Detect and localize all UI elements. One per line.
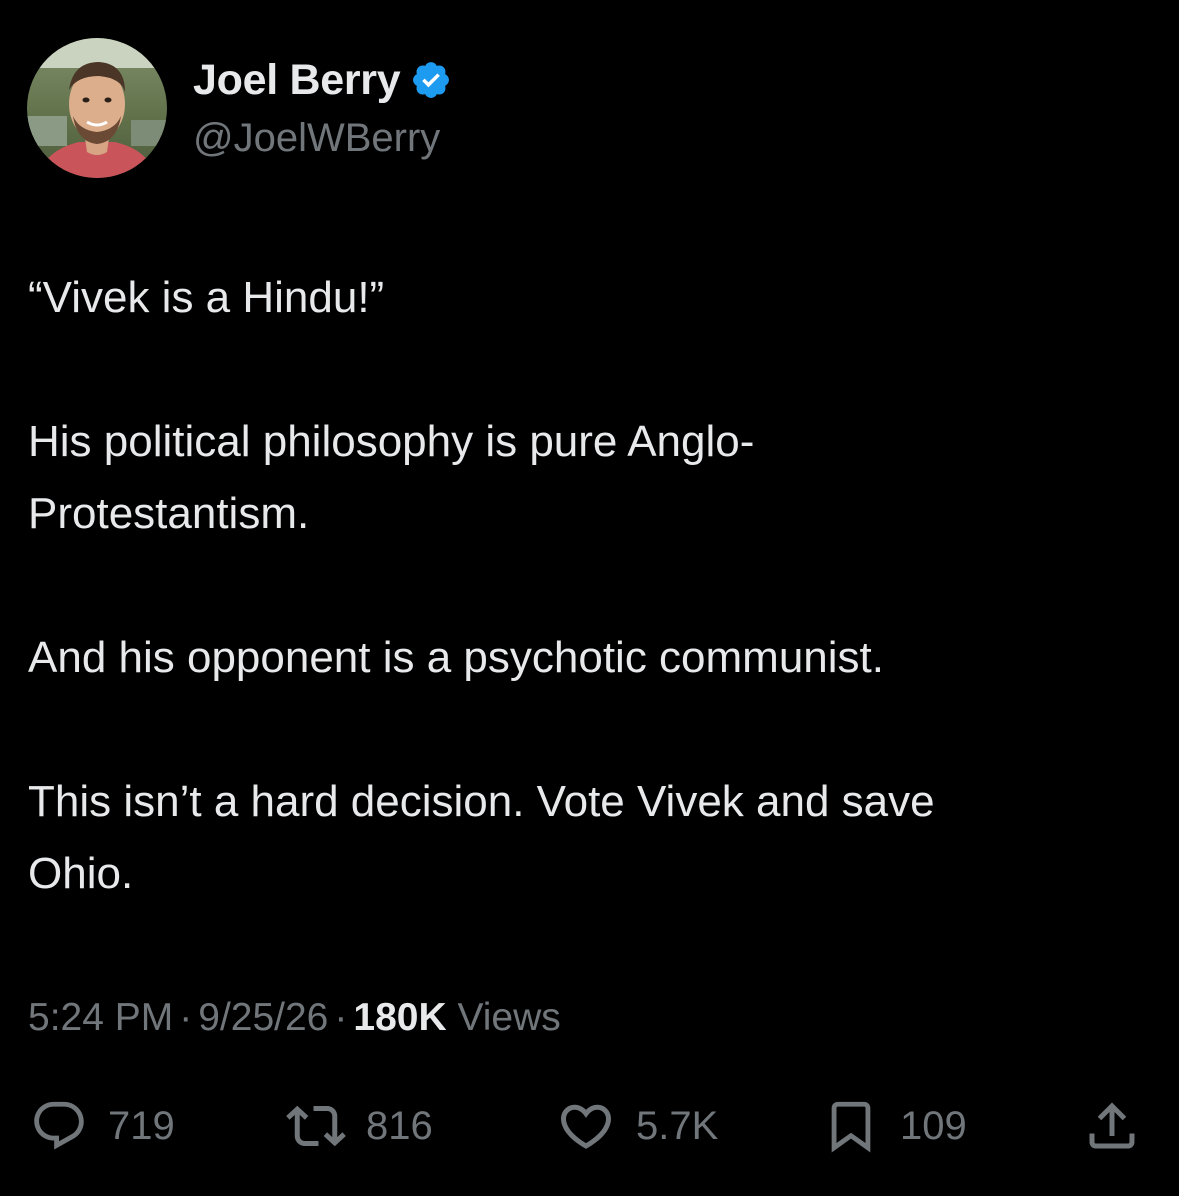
repost-count: 816 — [366, 1103, 433, 1148]
tweet-paragraph: And his opponent is a psychotic communis… — [28, 633, 885, 682]
avatar-photo — [27, 38, 167, 178]
tweet-paragraph: His political philosophy is pure Anglo- … — [28, 417, 755, 538]
tweet-paragraph: This isn’t a hard decision. Vote Vivek a… — [28, 777, 935, 898]
reply-count: 719 — [108, 1103, 175, 1148]
share-button[interactable] — [1082, 1094, 1142, 1158]
share-icon — [1089, 1102, 1135, 1149]
tweet-date[interactable]: 9/25/26 — [198, 996, 328, 1039]
author-name-row: Joel Berry — [193, 52, 452, 108]
meta-separator: · — [179, 996, 193, 1039]
views-count[interactable]: 180K — [353, 996, 446, 1039]
verified-badge-icon — [410, 59, 452, 101]
meta-separator: · — [334, 996, 348, 1039]
avatar[interactable] — [27, 38, 167, 178]
tweet-meta: 5:24 PM · 9/25/26 · 180K Views — [28, 996, 561, 1040]
tweet-text: “Vivek is a Hindu!” His political philos… — [28, 262, 1153, 910]
author-display-name[interactable]: Joel Berry — [193, 56, 401, 105]
like-icon — [560, 1104, 612, 1149]
action-bar: 719 816 5.7K 109 — [0, 1094, 1179, 1158]
bookmark-icon — [831, 1101, 871, 1153]
like-count: 5.7K — [636, 1103, 719, 1148]
repost-button[interactable]: 816 — [286, 1094, 433, 1158]
bookmark-button[interactable]: 109 — [822, 1094, 967, 1158]
tweet-paragraph: “Vivek is a Hindu!” — [28, 273, 385, 322]
tweet-time[interactable]: 5:24 PM — [28, 996, 173, 1039]
reply-button[interactable]: 719 — [30, 1094, 175, 1158]
repost-icon — [286, 1105, 346, 1147]
bookmark-count: 109 — [900, 1103, 967, 1148]
views-label: Views — [457, 996, 561, 1039]
author-handle[interactable]: @JoelWBerry — [193, 116, 440, 161]
like-button[interactable]: 5.7K — [556, 1094, 718, 1158]
reply-icon — [34, 1101, 84, 1150]
tweet: Joel Berry @JoelWBerry “Vivek is a Hindu… — [0, 0, 1179, 1196]
